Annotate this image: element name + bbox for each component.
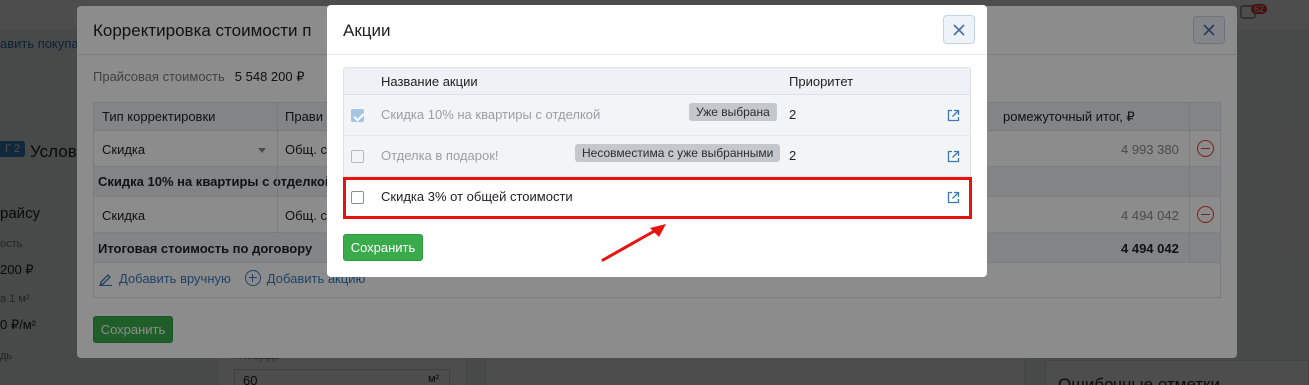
close-button[interactable]	[943, 15, 975, 44]
promo-checkbox[interactable]	[351, 109, 364, 122]
promo-priority: 2	[789, 107, 797, 122]
status-badge: Несовместима с уже выбранными	[575, 144, 781, 162]
promo-checkbox[interactable]	[351, 150, 364, 163]
external-link-icon[interactable]	[947, 150, 960, 163]
divider	[327, 54, 987, 55]
table-header: Название акции Приоритет	[344, 68, 970, 95]
save-button[interactable]: Сохранить	[343, 234, 423, 261]
status-badge: Уже выбрана	[689, 103, 777, 121]
arrow-icon	[601, 224, 666, 262]
promo-row: Отделка в подарок! Несовместима с уже вы…	[344, 136, 970, 177]
promo-name: Отделка в подарок!	[381, 148, 499, 163]
promo-row: Скидка 10% на квартиры с отделкой Уже вы…	[344, 95, 970, 136]
promo-name: Скидка 10% на квартиры с отделкой	[381, 107, 601, 122]
external-link-icon[interactable]	[947, 109, 960, 122]
col-priority-header: Приоритет	[789, 74, 854, 89]
close-icon	[953, 23, 965, 36]
col-name-header: Название акции	[381, 74, 478, 89]
modal-title: Акции	[343, 21, 391, 40]
highlight-box	[343, 177, 972, 219]
promo-priority: 2	[789, 148, 797, 163]
